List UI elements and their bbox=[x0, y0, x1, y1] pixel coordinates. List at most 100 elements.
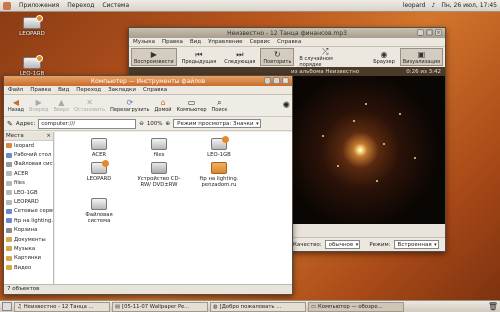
file-item-files[interactable]: files bbox=[134, 138, 184, 158]
sidebar-item[interactable]: Рабочий стол bbox=[4, 150, 53, 159]
place-icon bbox=[6, 227, 12, 233]
address-field[interactable]: computer:/// bbox=[38, 118, 137, 129]
volume-icon[interactable]: ♪ bbox=[431, 2, 435, 9]
file-item-cdrom[interactable]: Устройство CD-RW/ DVD±RW bbox=[134, 162, 184, 188]
close-icon[interactable]: × bbox=[435, 29, 442, 36]
computer-button[interactable]: ▭ Компьютер bbox=[175, 96, 209, 116]
sidebar-item[interactable]: Видео bbox=[4, 263, 53, 272]
back-button[interactable]: ◀ Назад bbox=[6, 96, 26, 116]
toggle-location-icon[interactable]: ✎ bbox=[7, 120, 13, 128]
file-item-filesystem[interactable]: Файловая система bbox=[74, 198, 124, 224]
menu-view[interactable]: Вид bbox=[58, 87, 69, 93]
sidebar-item[interactable]: leopard bbox=[4, 141, 53, 150]
sidebar-item[interactable]: Документы bbox=[4, 235, 53, 244]
sidebar-item-label: Сетевые серве bbox=[14, 208, 54, 215]
quality-select[interactable]: обычное bbox=[324, 240, 361, 249]
sidebar-item[interactable]: LEOPARD bbox=[4, 197, 53, 206]
menu-view[interactable]: Вид bbox=[190, 39, 201, 45]
file-item-acer[interactable]: ACER bbox=[74, 138, 124, 158]
minimize-icon[interactable]: _ bbox=[264, 77, 271, 84]
sidebar-item-label: leopard bbox=[14, 142, 35, 149]
sidebar-title: Места bbox=[6, 133, 24, 139]
browser-button[interactable]: ◉ Браузер bbox=[370, 48, 398, 66]
play-button[interactable]: ▶ Воспроизвести bbox=[131, 48, 177, 66]
maximize-icon[interactable]: □ bbox=[273, 77, 280, 84]
menu-music[interactable]: Музыка bbox=[133, 39, 155, 45]
sidebar-item[interactable]: Музыка bbox=[4, 244, 53, 253]
sidebar-item[interactable]: ACER bbox=[4, 169, 53, 178]
up-button[interactable]: ▲ Вверх bbox=[52, 96, 72, 116]
menu-bookmarks[interactable]: Закладки bbox=[108, 87, 136, 93]
menu-edit[interactable]: Правка bbox=[162, 39, 183, 45]
file-item-ftp[interactable]: ftp на lighting. penzadom.ru bbox=[194, 162, 244, 188]
taskbar-item-wallpaper[interactable]: ▤ [05-11-07 Wallpaper Pe... bbox=[112, 301, 208, 312]
menu-file[interactable]: Файл bbox=[8, 87, 23, 93]
taskbar-item-file-manager[interactable]: ▭ Компьютер — обозре... bbox=[308, 301, 404, 312]
menu-edit[interactable]: Правка bbox=[30, 87, 51, 93]
menu-help[interactable]: Справка bbox=[143, 87, 167, 93]
quality-label: Качество: bbox=[293, 241, 322, 248]
stop-button[interactable]: ✕ Остановить bbox=[72, 96, 107, 116]
player-titlebar[interactable]: Неизвестно - 12 Танца финансов.mp3 _ □ × bbox=[129, 28, 445, 38]
visualization-area[interactable] bbox=[291, 76, 445, 224]
stop-icon: ✕ bbox=[86, 98, 93, 107]
sidebar-item[interactable]: Картинки bbox=[4, 254, 53, 263]
sidebar-item-label: ACER bbox=[14, 170, 29, 177]
trash-icon[interactable]: 🗑 bbox=[488, 302, 498, 311]
ubuntu-logo-icon[interactable] bbox=[3, 1, 11, 10]
menu-places[interactable]: Переход bbox=[67, 2, 94, 9]
browser-icon: ◍ bbox=[213, 303, 218, 310]
place-icon bbox=[6, 237, 12, 243]
window-title: Компьютер — Инструменты файлов bbox=[90, 77, 206, 85]
user-name[interactable]: leopard bbox=[403, 2, 426, 9]
sidebar-item-label: Видео bbox=[14, 264, 32, 271]
clock[interactable]: Пн, 26 июл, 17:45 bbox=[441, 2, 497, 9]
sidebar-item[interactable]: LEO-1GB bbox=[4, 188, 53, 197]
taskbar-item-player[interactable]: ♫ Неизвестно - 12 Танца ... bbox=[14, 301, 110, 312]
zoom-in-icon[interactable]: ⊕ bbox=[166, 121, 171, 127]
view-mode-select[interactable]: Режим просмотра: Значки bbox=[173, 119, 261, 128]
menu-system[interactable]: Система bbox=[102, 2, 129, 9]
sidebar-header[interactable]: Места × bbox=[4, 132, 53, 141]
close-icon[interactable]: × bbox=[282, 77, 289, 84]
file-item-leo-1gb[interactable]: LEO-1GB bbox=[194, 136, 244, 158]
search-button[interactable]: ⌕ Поиск bbox=[210, 96, 230, 116]
visualization-button[interactable]: ▣ Визуализация bbox=[399, 48, 443, 66]
show-desktop-icon[interactable] bbox=[2, 302, 12, 311]
sidebar-item[interactable]: Сетевые серве bbox=[4, 207, 53, 216]
maximize-icon[interactable]: □ bbox=[426, 29, 433, 36]
menu-control[interactable]: Управление bbox=[208, 39, 243, 45]
sidebar-item[interactable]: Корзина bbox=[4, 226, 53, 235]
menu-tools[interactable]: Сервис bbox=[250, 39, 271, 45]
previous-button[interactable]: ⏮ Предыдущая bbox=[179, 48, 220, 66]
file-item-leopard[interactable]: LEOPARD bbox=[74, 160, 124, 182]
menu-applications[interactable]: Приложения bbox=[19, 2, 59, 9]
fm-titlebar[interactable]: Компьютер — Инструменты файлов _ □ × bbox=[4, 76, 292, 86]
place-icon bbox=[6, 199, 12, 205]
minimize-icon[interactable]: _ bbox=[417, 29, 424, 36]
visualization-icon: ▣ bbox=[417, 49, 426, 59]
home-button[interactable]: ⌂ Домой bbox=[152, 96, 173, 116]
home-icon: ⌂ bbox=[160, 98, 166, 107]
removable-drive-icon bbox=[91, 160, 109, 174]
zoom-out-icon[interactable]: ⊖ bbox=[139, 121, 144, 127]
menu-help[interactable]: Справка bbox=[277, 39, 301, 45]
file-view[interactable]: ACER files LEO-1GB LEOPARD Устройство CD… bbox=[55, 132, 292, 284]
computer-icon: ▭ bbox=[311, 303, 317, 310]
sidebar-item[interactable]: Файловая систе bbox=[4, 160, 53, 169]
desktop-icon-leo-1gb[interactable]: LEO-1GB bbox=[14, 55, 50, 77]
next-button[interactable]: ⏭ Следующая bbox=[221, 48, 258, 66]
mode-select[interactable]: Встроенная bbox=[393, 240, 439, 249]
sidebar-item[interactable]: files bbox=[4, 179, 53, 188]
reload-icon: ⟳ bbox=[126, 98, 134, 107]
close-sidebar-icon[interactable]: × bbox=[46, 133, 51, 139]
forward-button[interactable]: ▶ Вперёд bbox=[27, 96, 50, 116]
sidebar-item-label: Рабочий стол bbox=[14, 152, 52, 159]
taskbar-item-browser[interactable]: ◍ [Добро пожаловать ... bbox=[210, 301, 306, 312]
desktop-icon-leopard[interactable]: LEOPARD bbox=[14, 15, 50, 37]
menu-go[interactable]: Переход bbox=[76, 87, 101, 93]
repeat-button[interactable]: ↻ Повторить bbox=[260, 48, 295, 66]
sidebar-item[interactable]: ftp на lighting.pe bbox=[4, 216, 53, 225]
reload-button[interactable]: ⟳ Перезагрузить bbox=[108, 96, 151, 116]
shuffle-button[interactable]: ⤮ В случайном порядке bbox=[296, 47, 354, 68]
